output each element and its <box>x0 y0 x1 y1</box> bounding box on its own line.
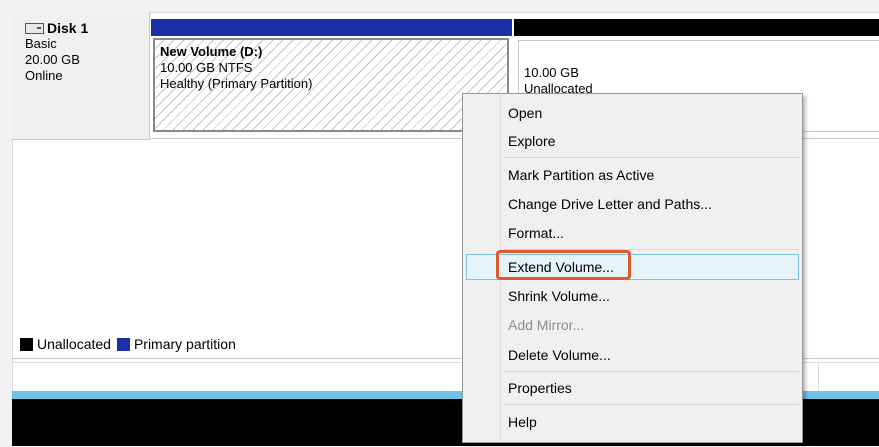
volume-name: New Volume (D:) <box>160 44 263 59</box>
disk-title-row: Disk 1 <box>25 20 149 36</box>
primary-partition-bar <box>151 19 512 36</box>
menu-item-add-mirror: Add Mirror... <box>508 317 585 333</box>
disk-status: Online <box>25 68 63 83</box>
disk-info-panel[interactable]: Disk 1 Basic 20.00 GB Online <box>12 12 150 140</box>
disk-title: Disk 1 <box>47 20 89 36</box>
unallocated-bar <box>514 19 879 36</box>
menu-item-explore[interactable]: Explore <box>508 128 555 154</box>
menu-item-format[interactable]: Format... <box>508 220 564 246</box>
unallocated-size: 10.00 GB <box>524 65 579 80</box>
legend-primary-label: Primary partition <box>133 336 236 352</box>
legend: Unallocated Primary partition <box>20 336 242 352</box>
disk-drive-icon <box>25 22 44 34</box>
menu-item-properties[interactable]: Properties <box>508 375 572 401</box>
status-separator <box>818 363 819 391</box>
volume-status: Healthy (Primary Partition) <box>160 76 313 91</box>
primary-swatch-icon <box>116 337 130 351</box>
menu-item-delete-volume[interactable]: Delete Volume... <box>508 342 611 368</box>
menu-item-help[interactable]: Help <box>508 409 537 435</box>
menu-item-change-drive-letter[interactable]: Change Drive Letter and Paths... <box>508 191 712 217</box>
menu-item-mark-active[interactable]: Mark Partition as Active <box>508 162 654 188</box>
extend-volume-callout <box>496 250 631 280</box>
legend-item-primary: Primary partition <box>116 336 236 352</box>
menu-separator <box>504 371 799 372</box>
legend-item-unallocated: Unallocated <box>20 336 111 352</box>
legend-unallocated-label: Unallocated <box>37 336 111 352</box>
disk-size: 20.00 GB <box>25 52 80 67</box>
disk-type: Basic <box>25 36 57 51</box>
unallocated-swatch-icon <box>20 337 33 351</box>
menu-separator <box>504 404 799 405</box>
primary-partition-block[interactable]: New Volume (D:) 10.00 GB NTFS Healthy (P… <box>153 38 509 132</box>
menu-separator <box>504 157 799 158</box>
menu-item-shrink-volume[interactable]: Shrink Volume... <box>508 283 610 309</box>
menu-item-open[interactable]: Open <box>508 100 542 126</box>
volume-size-fs: 10.00 GB NTFS <box>160 60 253 75</box>
